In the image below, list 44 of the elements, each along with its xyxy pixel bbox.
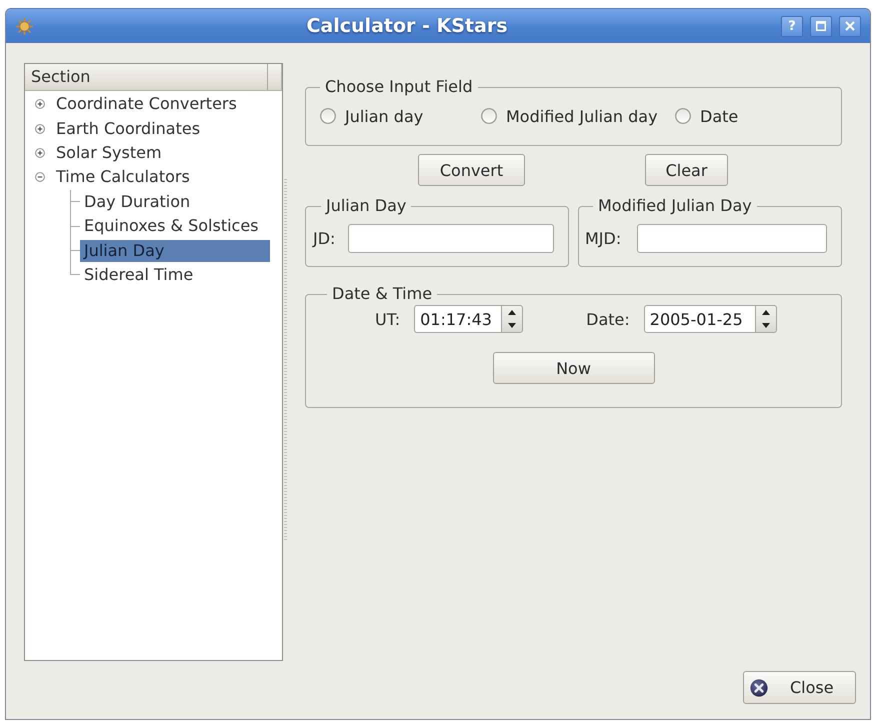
radio-option[interactable]: Modified Julian day [481, 106, 675, 126]
clear-button[interactable]: Clear [645, 154, 728, 186]
tree-item[interactable]: Solar System [56, 142, 162, 164]
tree-item[interactable]: Time Calculators [56, 166, 190, 188]
tree-item[interactable]: Day Duration [80, 190, 270, 213]
plus-circle-icon[interactable] [35, 99, 45, 110]
radio-option[interactable]: Date [675, 106, 827, 126]
tree-item[interactable]: Sidereal Time [80, 264, 270, 286]
sun-icon [16, 18, 33, 34]
tree-item[interactable]: Julian Day [80, 240, 270, 262]
down-triangle-icon [508, 323, 516, 328]
window-title: Calculator - KStars [305, 15, 508, 37]
tree-item[interactable]: Coordinate Converters [56, 93, 237, 116]
convert-button[interactable]: Convert [418, 154, 525, 186]
radio-option[interactable]: Julian day [320, 106, 481, 126]
splitter-handle[interactable] [284, 179, 287, 541]
group-title: Choose Input Field [324, 78, 474, 96]
down-triangle-icon [762, 323, 770, 328]
date-field[interactable]: 2005-01-25 [644, 305, 755, 333]
jd-label: JD: [313, 229, 336, 248]
close-icon [845, 21, 855, 31]
tree-item[interactable]: Equinoxes & Solstices [80, 215, 270, 238]
close-window-button[interactable] [839, 16, 861, 36]
up-triangle-icon [762, 310, 770, 315]
ut-label: UT: [375, 310, 400, 328]
close-icon [750, 678, 768, 696]
group-title: Date & Time [331, 285, 434, 303]
now-button[interactable]: Now [492, 352, 654, 384]
square-icon [816, 21, 826, 31]
plus-circle-icon[interactable] [35, 124, 45, 134]
mjd-field[interactable] [637, 224, 827, 253]
date-label: Date: [586, 310, 630, 328]
up-triangle-icon [508, 310, 516, 315]
plus-circle-icon[interactable] [35, 148, 45, 158]
group-title: Modified Julian Day [597, 197, 753, 215]
column-header[interactable]: Section [25, 64, 268, 90]
group-title: Julian Day [324, 197, 408, 215]
tree-item[interactable]: Earth Coordinates [56, 118, 200, 140]
jd-field[interactable] [348, 224, 554, 253]
mjd-label: MJD: [585, 229, 622, 248]
maximize-button[interactable] [810, 16, 832, 36]
time-field[interactable]: 01:17:43 [414, 305, 502, 333]
minus-circle-icon[interactable] [35, 172, 45, 182]
close-button[interactable]: Close [743, 671, 856, 704]
